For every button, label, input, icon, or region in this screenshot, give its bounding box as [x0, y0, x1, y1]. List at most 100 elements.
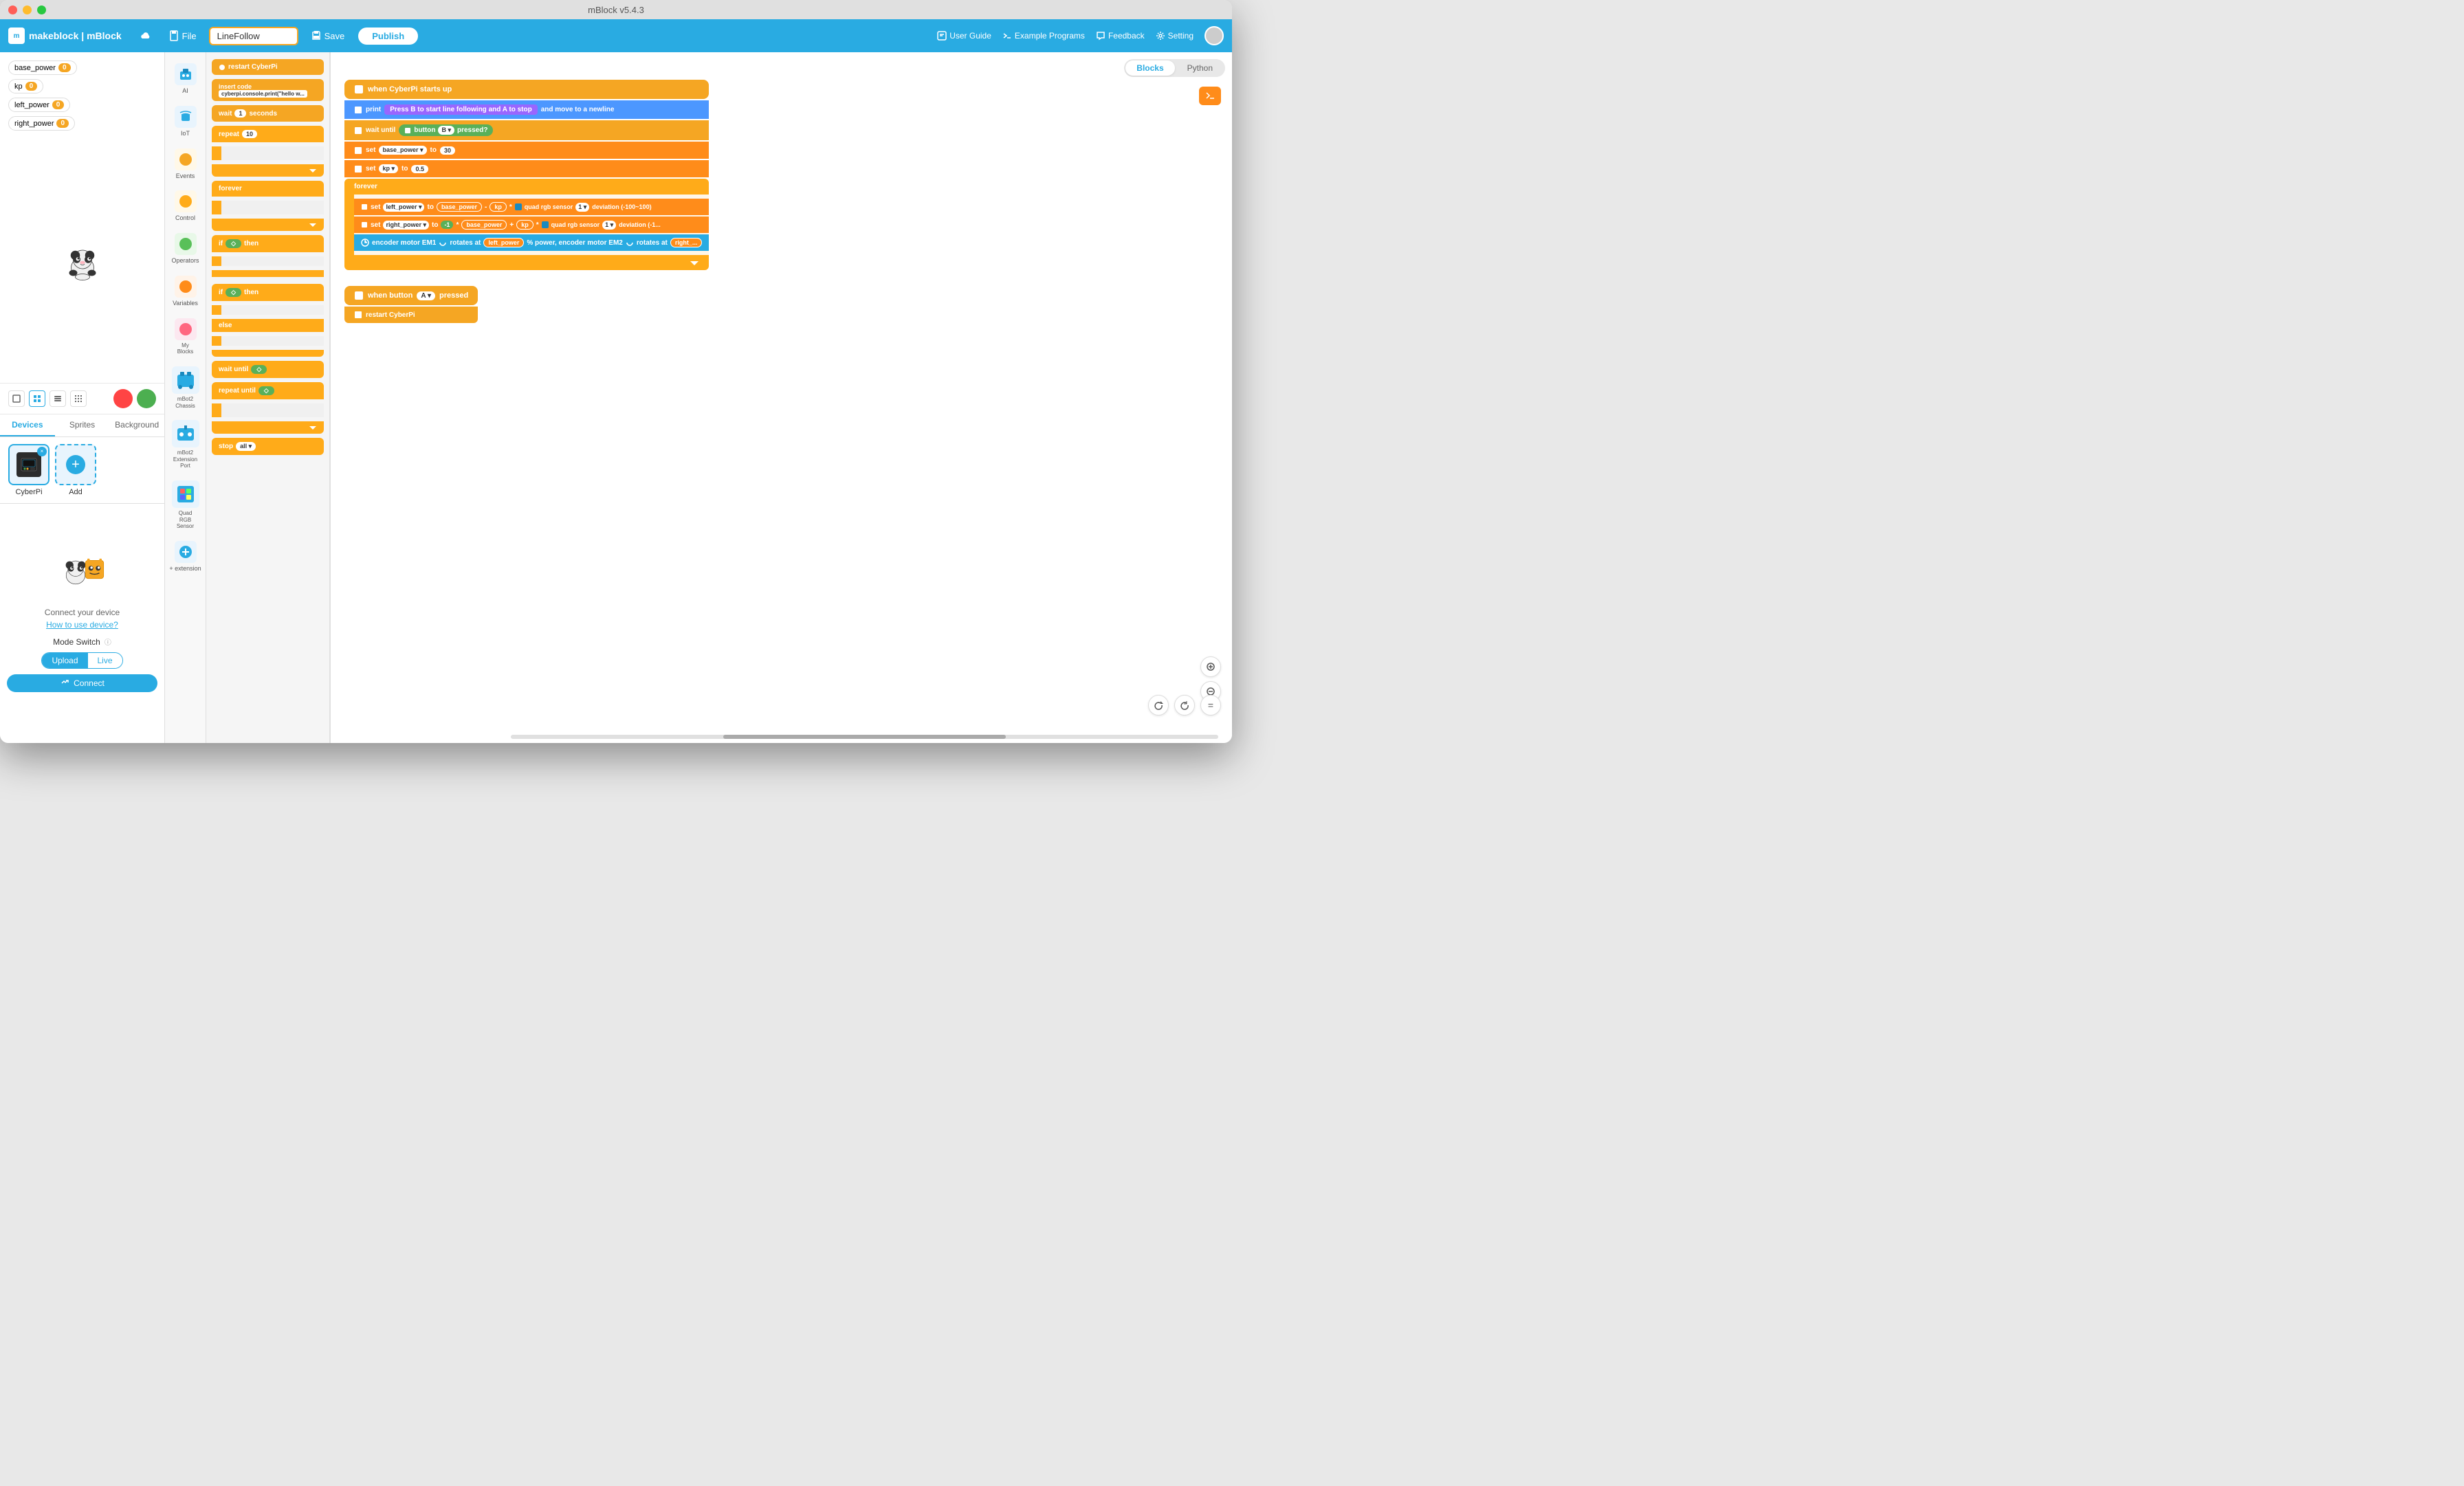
bottom-controls: = — [1148, 695, 1221, 716]
devices-grid: × CyberPi — [0, 437, 164, 503]
cat-operators-icon — [175, 233, 197, 255]
save-button[interactable]: Save — [305, 27, 351, 44]
titlebar: mBlock v5.4.3 — [0, 0, 1232, 19]
cat-quad-rgb[interactable]: QuadRGBSensor — [166, 475, 205, 535]
close-button[interactable] — [8, 5, 17, 14]
cat-mbot2-ext[interactable]: mBot2ExtensionPort — [166, 414, 205, 475]
block-repeat-until-top[interactable]: repeat until ◇ — [212, 382, 324, 399]
stop-button[interactable] — [113, 389, 133, 408]
script-1: when CyberPi starts up print Press B to … — [344, 80, 709, 270]
cat-extension-icon — [175, 541, 197, 563]
var-name: right_power — [14, 120, 54, 128]
block-insert-code[interactable]: insert code cyberpi.console.print("hello… — [212, 79, 324, 101]
fullscreen-button[interactable] — [1174, 695, 1195, 716]
block-restart[interactable]: restart CyberPi — [212, 59, 324, 75]
block-set-left-power[interactable]: set left_power ▾ to base_power - kp * qu… — [354, 199, 709, 215]
cat-ai-label: AI — [182, 87, 188, 95]
code-edit-button[interactable] — [1199, 87, 1221, 105]
cat-my-blocks[interactable]: MyBlocks — [166, 313, 205, 361]
left-panel: base_power 0 kp 0 left_power 0 right_pow… — [0, 52, 165, 743]
block-stop[interactable]: stop all ▾ — [212, 438, 324, 455]
cat-operators[interactable]: Operators — [166, 228, 205, 270]
cat-iot[interactable]: IoT — [166, 100, 205, 143]
variable-base-power[interactable]: base_power 0 — [8, 60, 77, 75]
project-name-input[interactable] — [209, 27, 298, 45]
cat-variables-icon — [175, 276, 197, 298]
publish-button[interactable]: Publish — [357, 26, 419, 46]
cat-events[interactable]: Events — [166, 143, 205, 186]
variable-left-power[interactable]: left_power 0 — [8, 98, 70, 112]
cat-control[interactable]: Control — [166, 185, 205, 228]
how-to-use-link[interactable]: How to use device? — [46, 620, 118, 630]
cat-events-label: Events — [176, 173, 195, 180]
var-value: 0 — [52, 100, 65, 109]
canvas-area[interactable]: Blocks Python when CyberPi starts up pri… — [331, 52, 1232, 743]
connect-button[interactable]: Connect — [7, 674, 157, 692]
list-view-icon[interactable] — [50, 390, 66, 407]
cyberpi-card[interactable]: × — [8, 444, 50, 485]
block-when-starts[interactable]: when CyberPi starts up — [344, 80, 709, 99]
file-button[interactable]: File — [163, 27, 202, 44]
cat-mbot2-ext-icon — [172, 420, 199, 447]
block-wait-until[interactable]: wait until ◇ — [212, 361, 324, 378]
cat-mbot2-chassis[interactable]: mBot2Chassis — [166, 361, 205, 414]
panel-tabs: Devices Sprites Background — [0, 414, 164, 437]
tab-python[interactable]: Python — [1176, 60, 1224, 76]
save-label: Save — [324, 31, 345, 41]
mode-switch-label: Mode Switch — [53, 637, 100, 647]
cat-extension[interactable]: + extension — [166, 535, 205, 578]
upload-mode-btn[interactable]: Upload — [42, 653, 87, 668]
block-if-then[interactable]: if ◇ then — [212, 235, 324, 252]
add-label: Add — [69, 488, 82, 496]
block-when-button-a[interactable]: when button A ▾ pressed — [344, 286, 478, 305]
maximize-button[interactable] — [37, 5, 46, 14]
block-print[interactable]: print Press B to start line following an… — [344, 100, 709, 119]
block-set-right-power[interactable]: set right_power ▾ to -1 * base_power + k… — [354, 217, 709, 233]
tab-background[interactable]: Background — [109, 414, 164, 436]
block-set-kp[interactable]: set kp ▾ to 0.5 — [344, 160, 709, 177]
block-encoder-motor[interactable]: encoder motor EM1 rotates at left_power … — [354, 234, 709, 251]
tab-blocks[interactable]: Blocks — [1125, 60, 1174, 76]
block-wait[interactable]: wait 1 seconds — [212, 105, 324, 122]
run-button[interactable] — [137, 389, 156, 408]
cat-mbot2-ext-label: mBot2ExtensionPort — [173, 450, 197, 469]
brand-icon: m — [8, 27, 25, 44]
canvas-scrollbar-thumb — [723, 735, 1006, 739]
block-restart-cyberpi[interactable]: restart CyberPi — [344, 307, 478, 323]
var-name: left_power — [14, 101, 50, 109]
add-device-button[interactable]: + — [55, 444, 96, 485]
grid2-view-icon[interactable] — [29, 390, 45, 407]
cyberpi-close[interactable]: × — [37, 447, 47, 456]
equals-button[interactable]: = — [1200, 695, 1221, 716]
grid4-view-icon[interactable] — [70, 390, 87, 407]
variable-right-power[interactable]: right_power 0 — [8, 116, 75, 131]
block-if-then2[interactable]: if ◇ then — [212, 284, 324, 301]
cloud-button[interactable] — [134, 27, 156, 44]
tab-devices[interactable]: Devices — [0, 414, 55, 436]
block-forever-label[interactable]: forever — [344, 179, 709, 195]
user-guide-link[interactable]: User Guide — [937, 31, 991, 41]
block-wait-until-b[interactable]: wait until button B ▾ pressed? — [344, 120, 709, 140]
user-avatar[interactable] — [1204, 26, 1224, 45]
minimize-button[interactable] — [23, 5, 32, 14]
zoom-in-button[interactable] — [1200, 656, 1221, 677]
example-programs-link[interactable]: Example Programs — [1002, 31, 1085, 41]
main-content: base_power 0 kp 0 left_power 0 right_pow… — [0, 52, 1232, 743]
cat-variables[interactable]: Variables — [166, 270, 205, 313]
block-forever-bottom — [212, 219, 324, 231]
single-view-icon[interactable] — [8, 390, 25, 407]
reset-view-button[interactable] — [1148, 695, 1169, 716]
live-mode-btn[interactable]: Live — [88, 653, 122, 668]
app-window: mBlock v5.4.3 m makeblock | mBlock File … — [0, 0, 1232, 743]
setting-link[interactable]: Setting — [1156, 31, 1194, 41]
block-set-base-power[interactable]: set base_power ▾ to 30 — [344, 142, 709, 159]
tab-sprites[interactable]: Sprites — [55, 414, 110, 436]
canvas-scrollbar[interactable] — [511, 735, 1218, 739]
brand-label: makeblock | mBlock — [29, 30, 122, 41]
info-icon[interactable]: ⓘ — [104, 636, 111, 647]
block-repeat-top[interactable]: repeat 10 — [212, 126, 324, 142]
block-forever-top[interactable]: forever — [212, 181, 324, 197]
cat-ai[interactable]: AI — [166, 58, 205, 100]
variable-kp[interactable]: kp 0 — [8, 79, 43, 93]
feedback-link[interactable]: Feedback — [1096, 31, 1145, 41]
